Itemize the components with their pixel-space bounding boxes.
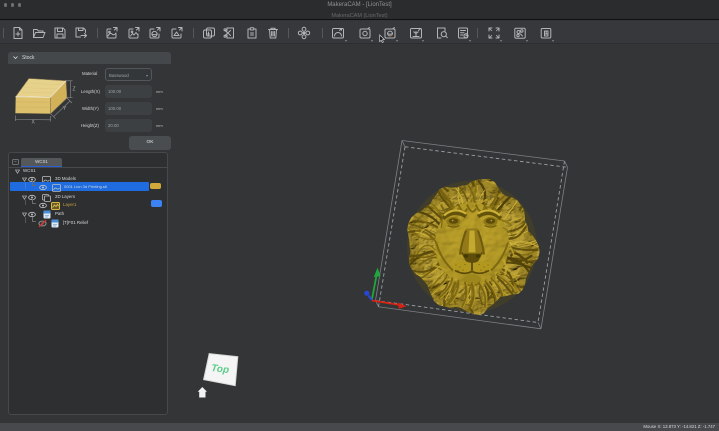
svg-text:Y: Y xyxy=(63,106,67,112)
svg-text:X: X xyxy=(32,120,36,126)
svg-text:Top: Top xyxy=(210,363,229,376)
svg-text:Z: Z xyxy=(73,87,76,93)
